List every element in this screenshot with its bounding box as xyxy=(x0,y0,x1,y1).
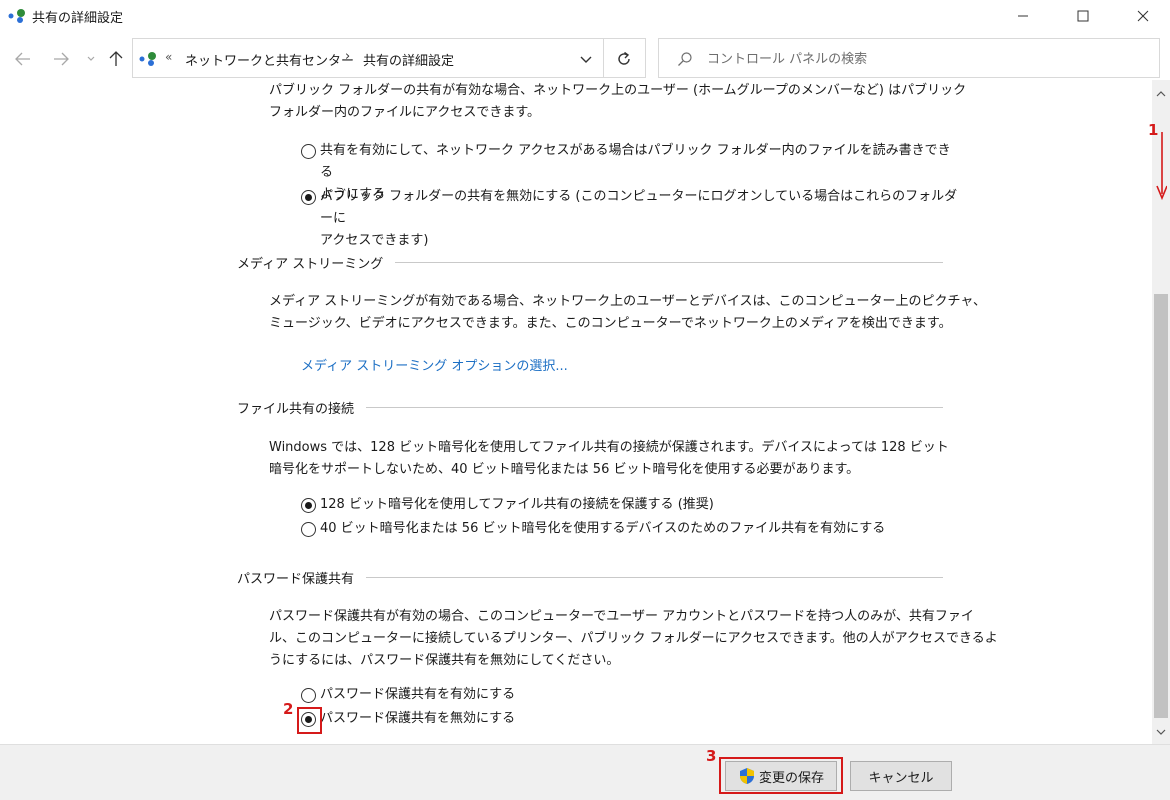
public-folder-enable-radio[interactable] xyxy=(301,144,316,159)
media-streaming-description: メディア ストリーミングが有効である場合、ネットワーク上のユーザーとデバイスは、… xyxy=(269,291,986,335)
file-sharing-description: Windows では、128 ビット暗号化を使用してファイル共有の接続が保護され… xyxy=(269,437,949,481)
media-streaming-description-line2: ミュージック、ビデオにアクセスできます。また、このコンピューターでネットワーク上… xyxy=(269,316,952,331)
password-sharing-disable-option[interactable]: パスワード保護共有を無効にする xyxy=(301,708,961,730)
public-folder-disable-option[interactable]: パブリック フォルダーの共有を無効にする (このコンピューターにログオンしている… xyxy=(301,186,961,252)
breadcrumb-advanced-sharing[interactable]: 共有の詳細設定 xyxy=(363,50,454,69)
encryption-128-label: 128 ビット暗号化を使用してファイル共有の接続を保護する (推奨) xyxy=(320,497,714,512)
arrow-right-icon xyxy=(54,52,69,66)
address-bar[interactable]: « ネットワークと共有センター › 共有の詳細設定 xyxy=(132,38,646,78)
breadcrumb-separator[interactable]: › xyxy=(345,49,350,64)
section-divider xyxy=(395,262,943,263)
public-folder-description-line1: パブリック フォルダーの共有が有効な場合、ネットワーク上のユーザー (ホームグル… xyxy=(269,83,967,98)
public-folder-disable-label-line1: パブリック フォルダーの共有を無効にする (このコンピューターにログオンしている… xyxy=(320,189,958,226)
chevron-down-icon xyxy=(1156,729,1166,735)
public-folder-disable-label: パブリック フォルダーの共有を無効にする (このコンピューターにログオンしている… xyxy=(320,186,961,252)
public-folder-disable-label-line2: アクセスできます) xyxy=(320,233,429,248)
password-sharing-disable-label: パスワード保護共有を無効にする xyxy=(320,711,516,726)
encryption-40-56-option[interactable]: 40 ビット暗号化または 56 ビット暗号化を使用するデバイスのためのファイル共… xyxy=(301,518,961,540)
password-sharing-description: パスワード保護共有が有効の場合、このコンピューターでユーザー アカウントとパスワ… xyxy=(269,606,998,672)
encryption-40-56-label: 40 ビット暗号化または 56 ビット暗号化を使用するデバイスのためのファイル共… xyxy=(320,521,886,536)
footer-bar: 変更の保存 キャンセル 3 xyxy=(0,744,1170,800)
public-folder-disable-radio[interactable] xyxy=(301,190,316,205)
breadcrumb-network-center[interactable]: ネットワークと共有センター xyxy=(185,50,354,69)
password-sharing-description-line2: ル、このコンピューターに接続しているプリンター、パブリック フォルダーにアクセス… xyxy=(269,631,998,646)
close-button[interactable] xyxy=(1120,0,1166,32)
title-bar: 共有の詳細設定 xyxy=(0,0,1170,32)
maximize-button[interactable] xyxy=(1060,0,1106,32)
arrow-left-icon xyxy=(15,52,30,66)
public-folder-description-line2: フォルダー内のファイルにアクセスできます。 xyxy=(269,105,541,120)
media-streaming-heading-text: メディア ストリーミング xyxy=(237,257,384,272)
network-sharing-icon xyxy=(139,52,156,66)
back-button[interactable] xyxy=(10,46,36,72)
search-box[interactable] xyxy=(658,38,1160,78)
scroll-up-button[interactable] xyxy=(1152,86,1170,102)
settings-content: パブリック フォルダーの共有が有効な場合、ネットワーク上のユーザー (ホームグル… xyxy=(0,80,1152,744)
file-sharing-description-line1: Windows では、128 ビット暗号化を使用してファイル共有の接続が保護され… xyxy=(269,440,949,455)
chevron-down-icon[interactable] xyxy=(578,51,594,67)
address-divider xyxy=(603,39,604,77)
annotation-step-3: 3 xyxy=(706,747,717,765)
up-button[interactable] xyxy=(104,46,128,72)
chevron-up-icon xyxy=(1156,91,1166,97)
maximize-icon xyxy=(1077,10,1089,22)
media-streaming-options-link[interactable]: メディア ストリーミング オプションの選択... xyxy=(301,355,568,374)
password-sharing-enable-option[interactable]: パスワード保護共有を有効にする xyxy=(301,684,961,706)
recent-locations-button[interactable] xyxy=(84,46,98,72)
encryption-40-56-radio[interactable] xyxy=(301,522,316,537)
password-sharing-enable-radio[interactable] xyxy=(301,688,316,703)
section-divider xyxy=(366,577,943,578)
refresh-icon[interactable] xyxy=(615,50,633,68)
scroll-thumb[interactable] xyxy=(1154,294,1168,718)
annotation-scroll-arrow-icon xyxy=(1156,132,1167,201)
annotation-box-save xyxy=(719,757,843,794)
annotation-step-2: 2 xyxy=(283,700,294,718)
section-divider xyxy=(366,407,943,408)
cancel-button[interactable]: キャンセル xyxy=(850,761,952,791)
file-sharing-description-line2: 暗号化をサポートしないため、40 ビット暗号化または 56 ビット暗号化を使用す… xyxy=(269,462,860,477)
password-sharing-description-line1: パスワード保護共有が有効の場合、このコンピューターでユーザー アカウントとパスワ… xyxy=(269,609,974,624)
password-sharing-description-line3: うにするには、パスワード保護共有を無効にしてください。 xyxy=(269,653,620,668)
close-icon xyxy=(1137,10,1149,22)
arrow-up-icon xyxy=(109,51,123,66)
encryption-128-option[interactable]: 128 ビット暗号化を使用してファイル共有の接続を保護する (推奨) xyxy=(301,494,961,516)
search-input[interactable] xyxy=(707,47,1147,71)
media-streaming-heading: メディア ストリーミング xyxy=(237,253,943,272)
encryption-128-radio[interactable] xyxy=(301,498,316,513)
public-folder-description: パブリック フォルダーの共有が有効な場合、ネットワーク上のユーザー (ホームグル… xyxy=(269,80,966,124)
minimize-icon xyxy=(1018,15,1028,17)
annotation-box-radio xyxy=(297,707,322,734)
password-sharing-heading-text: パスワード保護共有 xyxy=(237,572,355,587)
forward-button[interactable] xyxy=(48,46,74,72)
window-title: 共有の詳細設定 xyxy=(32,11,124,26)
password-sharing-enable-label: パスワード保護共有を有効にする xyxy=(320,687,516,702)
public-folder-enable-label-line1: 共有を有効にして、ネットワーク アクセスがある場合はパブリック フォルダー内のフ… xyxy=(320,143,951,180)
file-sharing-heading-text: ファイル共有の接続 xyxy=(237,402,355,417)
media-streaming-description-line1: メディア ストリーミングが有効である場合、ネットワーク上のユーザーとデバイスは、… xyxy=(269,294,987,309)
chevron-down-icon xyxy=(87,56,95,61)
file-sharing-heading: ファイル共有の接続 xyxy=(237,398,943,417)
navigation-bar: « ネットワークと共有センター › 共有の詳細設定 xyxy=(0,38,1170,80)
address-overflow[interactable]: « xyxy=(165,50,172,64)
scroll-down-button[interactable] xyxy=(1152,724,1170,740)
search-icon xyxy=(678,52,692,66)
password-sharing-heading: パスワード保護共有 xyxy=(237,568,943,587)
network-sharing-icon xyxy=(8,9,25,23)
minimize-button[interactable] xyxy=(1000,0,1046,32)
